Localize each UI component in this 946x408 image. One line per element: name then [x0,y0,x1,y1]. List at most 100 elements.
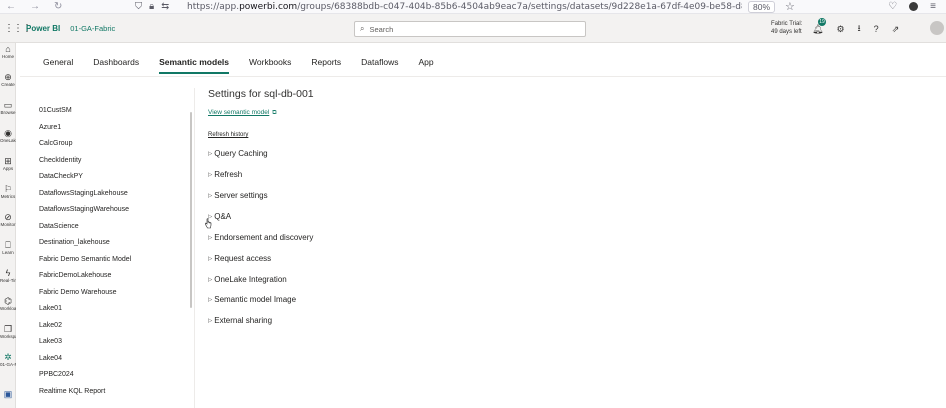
rail-item-browse[interactable]: ▭ Browse [0,100,16,116]
gear-icon[interactable]: ⚙ [836,24,844,35]
lock-icon[interactable]: 🔒︎ [149,1,154,12]
rail-item-onelake[interactable]: ◉OneLake [0,128,16,144]
list-item[interactable]: Lake03 [39,337,131,354]
list-item[interactable]: Lake02 [39,321,131,338]
monitor-icon: ⊘ [4,212,12,222]
create-icon: ⊕ [4,72,12,82]
browser-toolbar: ← → ↻ ⛉ 🔒︎ ⇆ https://app.powerbi.com/gro… [0,0,946,14]
list-item[interactable]: Lake01 [39,304,131,321]
list-item[interactable]: DataCheckPY [39,172,131,189]
expand-caret-icon: ▷ [208,171,213,178]
view-semantic-model-link[interactable]: View semantic model ⧉ [208,109,277,117]
list-item[interactable]: CheckIdentity [39,156,131,173]
tab-dashboards[interactable]: Dashboards [93,57,139,74]
breadcrumb-workspace[interactable]: 01-GA-Fabric [70,24,115,33]
search-icon: ⌕ [360,24,365,33]
search-input[interactable]: ⌕ Search [354,21,586,37]
app-header: ⋮⋮⋮ Power BI 01-GA-Fabric ⌕ Search Fabri… [0,14,946,43]
list-item[interactable]: FabricDemoLakehouse [39,271,131,288]
list-item[interactable]: Destination_lakehouse [39,238,131,255]
rail-item-workspaces[interactable]: ❐Workspaces [0,324,16,340]
tab-workbooks[interactable]: Workbooks [249,57,291,74]
list-item[interactable]: Lake04 [39,354,131,371]
app-launcher-icon[interactable]: ⋮⋮⋮ [0,23,32,34]
profile-icon[interactable] [909,2,919,11]
rail-item-workloads[interactable]: ⌬Workloads [0,296,16,312]
settings-tabs: General Dashboards Semantic models Workb… [43,57,454,74]
help-icon[interactable]: ? [874,24,879,34]
settings-panel: Settings for sql-db-001 View semantic mo… [208,88,314,325]
tab-dataflows[interactable]: Dataflows [361,57,398,74]
list-item[interactable]: Azure1 [39,123,131,140]
list-item[interactable]: 01CustSM [39,106,131,123]
home-icon: ⌂ [5,44,11,54]
rail-item-create[interactable]: ⊕ Create [0,72,16,88]
shield-icon[interactable]: ⛉ [135,1,142,12]
rail-item-realtime[interactable]: ϟReal-Time [0,268,16,284]
tab-general[interactable]: General [43,57,73,74]
section-endorsement[interactable]: ▷ Endorsement and discovery [208,233,313,242]
hand-cursor-icon [205,218,212,229]
notification-badge: 19 [818,18,826,26]
section-query-caching[interactable]: ▷ Query Caching [208,149,268,158]
share-icon[interactable]: ⇗ [892,24,900,35]
page-title: Settings for sql-db-001 [208,88,314,100]
brand-title[interactable]: Power BI [26,24,60,33]
left-rail: ⌂Home ⊕Create ▭Browse ◉OneLake ⊞Apps ⚐Me… [0,43,16,408]
section-request-access[interactable]: ▷ Request access [208,254,271,263]
url-prefix: https://app. [187,1,240,12]
url-domain: powerbi.com [239,1,298,12]
section-onelake-integration[interactable]: ▷ OneLake Integration [208,275,287,284]
browser-right-icons: ♡ ≡ [888,1,946,12]
pocket-icon[interactable]: ♡ [888,1,897,12]
rail-item-powerbi[interactable]: ▣ [0,389,16,399]
expand-caret-icon: ▷ [208,317,213,324]
list-item[interactable]: CalcGroup [39,139,131,156]
rail-item-workspace[interactable]: ✲01-GA-Fabric [0,352,16,368]
menu-icon[interactable]: ≡ [930,1,936,12]
forward-icon[interactable]: → [30,1,40,12]
security-indicators: ⛉ 🔒︎ ⇆ [135,1,187,12]
expand-caret-icon: ▷ [208,255,213,262]
expand-caret-icon: ▷ [208,234,213,241]
list-divider [194,88,195,408]
back-icon[interactable]: ← [6,1,16,12]
rail-item-learn[interactable]: ⎕ Learn [0,240,16,256]
rail-item-monitor[interactable]: ⊘ Monitor [0,212,16,228]
list-item[interactable]: DataflowsStagingLakehouse [39,189,131,206]
bookmark-star-icon[interactable]: ☆ [785,0,795,13]
section-semantic-model-image[interactable]: ▷ Semantic model Image [208,295,296,304]
tab-app[interactable]: App [418,57,433,74]
list-item[interactable]: PPBC2024 [39,370,131,387]
rail-item-apps[interactable]: ⊞ Apps [0,156,16,172]
list-item[interactable]: Fabric Demo Warehouse [39,288,131,305]
section-refresh[interactable]: ▷ Refresh [208,170,242,179]
list-item[interactable]: Realtime KQL Report [39,387,131,404]
tabs-divider [20,76,946,77]
section-server-settings[interactable]: ▷ Server settings [208,191,268,200]
section-external-sharing[interactable]: ▷ External sharing [208,316,272,325]
powerbi-icon: ▣ [3,389,13,399]
zoom-level[interactable]: 80% [748,0,776,13]
trial-status[interactable]: Fabric Trial: 49 days left [771,20,802,36]
address-bar[interactable]: https://app.powerbi.com/groups/68388bdb-… [187,2,742,12]
refresh-history-link[interactable]: Refresh history [208,132,248,138]
list-item[interactable]: DataflowsStagingWarehouse [39,205,131,222]
search-placeholder: Search [369,24,394,34]
list-item[interactable]: DataScience [39,222,131,239]
rail-item-metrics[interactable]: ⚐ Metrics [0,184,16,200]
avatar[interactable] [930,21,944,35]
list-item[interactable]: Fabric Demo Semantic Model [39,255,131,272]
workloads-icon: ⌬ [4,296,12,306]
permissions-icon[interactable]: ⇆ [161,1,169,12]
browse-icon: ▭ [3,100,13,110]
apps-icon: ⊞ [4,156,12,166]
tab-semantic-models[interactable]: Semantic models [159,57,230,74]
expand-caret-icon: ▷ [208,150,213,157]
workspace-icon: ✲ [4,352,12,362]
reload-icon[interactable]: ↻ [54,1,62,12]
list-scrollbar[interactable] [190,112,192,308]
rail-item-home[interactable]: ⌂ Home [0,44,16,60]
tab-reports[interactable]: Reports [311,57,341,74]
download-icon[interactable]: ⭳ [858,21,861,37]
